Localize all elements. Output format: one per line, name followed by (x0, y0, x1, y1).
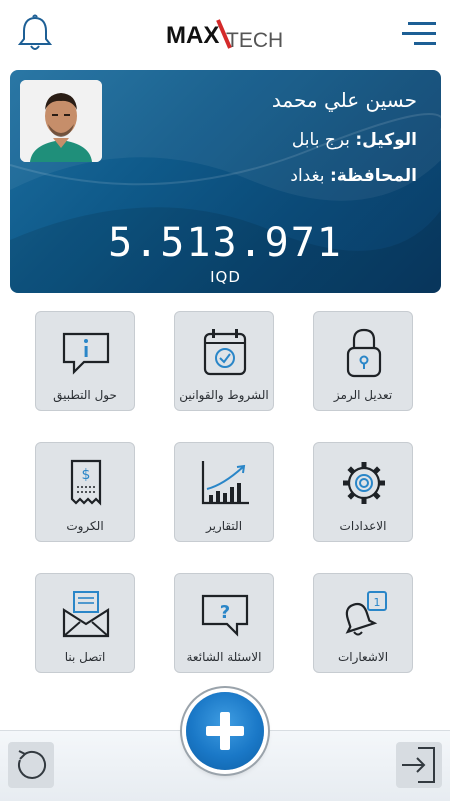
mail-icon (62, 591, 110, 638)
receipt-icon: $ (70, 459, 102, 506)
tile-label: تعديل الرمز (333, 388, 393, 402)
bell-icon (17, 14, 53, 50)
tile-label: الاشعارات (337, 650, 389, 664)
agent-row: الوكيل: برج بابل (292, 130, 417, 150)
gear-icon (343, 462, 385, 504)
tile-about[interactable]: حول التطبيق (35, 311, 135, 411)
logo-text-max: MAX (166, 22, 219, 49)
logout-icon (402, 747, 435, 783)
tile-contact[interactable]: اتصل بنا (35, 573, 135, 673)
add-button[interactable] (186, 692, 264, 770)
calendar-check-icon (203, 329, 247, 376)
tile-label: الكروت (66, 519, 104, 533)
logout-button[interactable] (396, 742, 442, 788)
tile-label: الاسئلة الشائعة (186, 650, 262, 664)
header: MAX TECH (0, 0, 450, 68)
chart-icon (201, 461, 249, 505)
logo-text-tech: TECH (226, 29, 283, 52)
tile-label: اتصل بنا (64, 650, 106, 664)
province-row: المحافظة: بغداد (290, 166, 417, 186)
agent-label: الوكيل: (355, 130, 417, 150)
avatar (20, 80, 102, 162)
svg-text:?: ? (220, 602, 230, 623)
question-chat-icon: ? (201, 594, 249, 637)
refresh-button[interactable] (8, 742, 54, 788)
tile-reports[interactable]: التقارير (174, 442, 274, 542)
user-name: حسين علي محمد (271, 88, 417, 112)
refresh-icon (18, 750, 46, 779)
agent-value: برج بابل (291, 130, 350, 150)
notification-count: 1 (374, 596, 381, 609)
profile-card: حسين علي محمد الوكيل: برج بابل المحافظة:… (10, 70, 441, 293)
hamburger-icon (402, 22, 436, 45)
info-chat-icon (62, 332, 110, 375)
menu-button[interactable] (398, 18, 440, 50)
notification-bell-button[interactable] (14, 12, 56, 54)
tile-settings[interactable]: الاعدادات (313, 442, 413, 542)
balance-amount: 5.513.971 (108, 220, 343, 266)
plus-icon (206, 712, 244, 750)
bell-notification-icon: 1 (345, 591, 387, 636)
tile-notifications[interactable]: 1 الاشعارات (313, 573, 413, 673)
tile-label: التقارير (205, 519, 243, 533)
province-label: المحافظة: (329, 166, 417, 186)
tile-label: الاعدادات (339, 519, 387, 533)
maxtech-logo: MAX TECH (166, 14, 286, 54)
tile-terms[interactable]: الشروط والقوانين (174, 311, 274, 411)
tile-faq[interactable]: ? الاسئلة الشائعة (174, 573, 274, 673)
svg-text:$: $ (82, 467, 91, 483)
tile-cards[interactable]: $ الكروت (35, 442, 135, 542)
tile-label: حول التطبيق (53, 388, 117, 402)
tile-label: الشروط والقوانين (179, 388, 269, 402)
province-value: بغداد (290, 166, 325, 186)
tile-change-pin[interactable]: تعديل الرمز (313, 311, 413, 411)
lock-icon (346, 328, 382, 378)
balance-currency: IQD (210, 268, 241, 286)
